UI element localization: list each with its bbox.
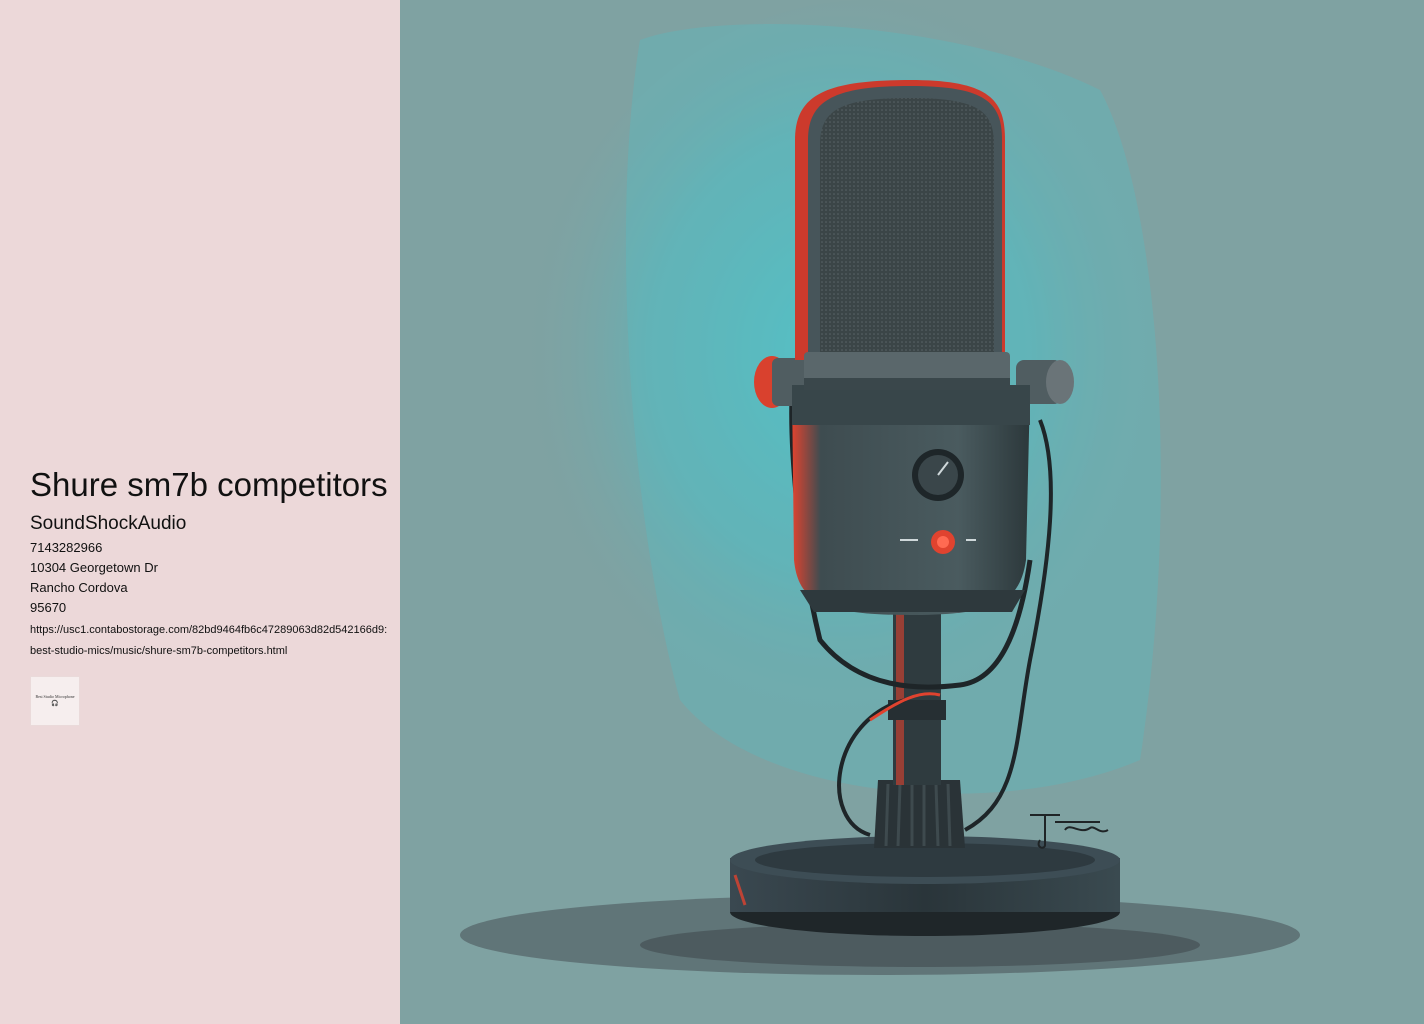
- headphones-icon: 🎧: [51, 701, 59, 707]
- logo-text: Best Studio Microphone: [35, 694, 75, 699]
- hero-image: [400, 0, 1424, 1024]
- sidebar: Shure sm7b competitors SoundShockAudio 7…: [0, 0, 400, 1024]
- page: Shure sm7b competitors SoundShockAudio 7…: [0, 0, 1424, 1024]
- city: Rancho Cordova: [30, 580, 128, 595]
- street-address: 10304 Georgetown Dr: [30, 560, 158, 575]
- site-logo[interactable]: Best Studio Microphone 🎧: [30, 676, 80, 726]
- zip-code: 95670: [30, 600, 67, 615]
- business-info: Shure sm7b competitors SoundShockAudio 7…: [30, 464, 396, 726]
- page-title: Shure sm7b competitors: [30, 466, 388, 503]
- microphone-illustration: [400, 0, 1424, 1024]
- brand-name: SoundShockAudio: [30, 513, 187, 534]
- page-url[interactable]: https://usc1.contabostorage.com/82bd9464…: [30, 620, 392, 662]
- phone-number: 7143282966: [30, 540, 103, 555]
